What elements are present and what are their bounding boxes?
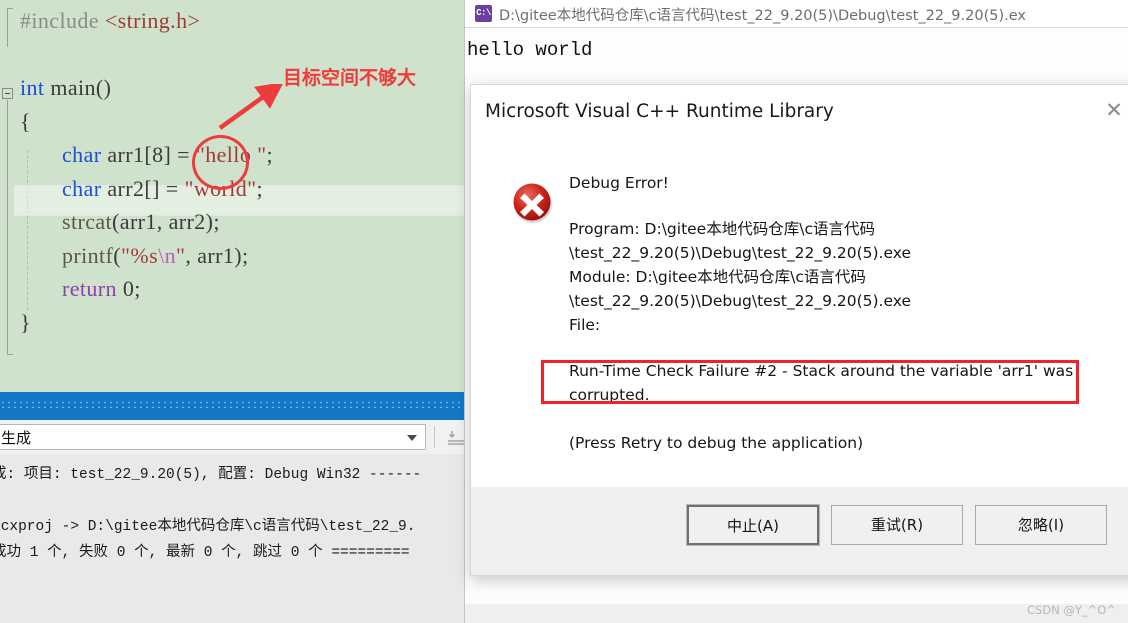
collapse-toggle-main[interactable] bbox=[2, 88, 13, 99]
outline-bar-main bbox=[7, 100, 8, 350]
console-titlebar[interactable]: C:\ D:\gitee本地代码仓库\c语言代码\test_22_9.20(5)… bbox=[465, 0, 1128, 28]
output-text-area[interactable]: 成: 项目: test_22_9.20(5), 配置: Debug Win32 … bbox=[0, 454, 466, 623]
close-icon[interactable]: ✕ bbox=[1099, 97, 1128, 123]
code-line: } bbox=[20, 309, 31, 335]
annotation-label: 目标空间不够大 bbox=[283, 67, 417, 89]
code-line: printf("%s\n", arr1); bbox=[62, 242, 249, 268]
indent-guide bbox=[27, 150, 28, 310]
dialog-press-hint: (Press Retry to debug the application) bbox=[569, 434, 864, 452]
abort-button[interactable]: 中止(A) bbox=[687, 505, 819, 545]
dialog-detail-line: Module: D:\gitee本地代码仓库\c语言代码 bbox=[569, 268, 866, 286]
toolbar-separator bbox=[434, 426, 435, 448]
dialog-detail-line: \test_22_9.20(5)\Debug\test_22_9.20(5).e… bbox=[569, 244, 911, 262]
dialog-message-body: Debug Error! Program: D:\gitee本地代码仓库\c语言… bbox=[569, 171, 1109, 455]
code-line: #include <string.h> bbox=[20, 8, 201, 33]
dialog-error-heading: Debug Error! bbox=[569, 174, 669, 192]
runtime-check-message: Run-Time Check Failure #2 - Stack around… bbox=[569, 362, 1074, 404]
visual-studio-window: #include <string.h> int main(){char arr1[… bbox=[0, 0, 466, 623]
code-line: int main() bbox=[20, 75, 112, 100]
code-line: strcat(arr1, arr2); bbox=[62, 209, 220, 234]
output-panel-titlebar[interactable] bbox=[0, 392, 466, 420]
output-source-value: 生成 bbox=[1, 429, 32, 447]
clear-output-icon[interactable] bbox=[446, 428, 466, 448]
annotation-circle bbox=[192, 135, 249, 190]
ignore-button[interactable]: 忽略(I) bbox=[975, 505, 1107, 545]
dialog-detail-line: File: bbox=[569, 316, 601, 334]
dialog-button-bar: 中止(A) 重试(R) 忽略(I) bbox=[471, 486, 1128, 575]
outline-bracket-main-end bbox=[7, 330, 13, 355]
dialog-error-details: Program: D:\gitee本地代码仓库\c语言代码 \test_22_9.… bbox=[569, 217, 1109, 337]
panel-drag-grip[interactable] bbox=[0, 400, 466, 408]
code-line: return 0; bbox=[62, 276, 141, 301]
dialog-detail-line: Program: D:\gitee本地代码仓库\c语言代码 bbox=[569, 220, 875, 238]
console-app-icon: C:\ bbox=[475, 5, 492, 22]
code-line: { bbox=[20, 108, 31, 134]
code-editor[interactable]: #include <string.h> int main(){char arr1[… bbox=[0, 0, 466, 392]
dialog-detail-line: \test_22_9.20(5)\Debug\test_22_9.20(5).e… bbox=[569, 292, 911, 310]
output-line: 成功 1 个, 失败 0 个, 最新 0 个, 跳过 0 个 ========= bbox=[0, 545, 410, 561]
annotation-arrow-icon bbox=[218, 84, 284, 130]
console-output-text: hello world bbox=[467, 39, 593, 61]
chevron-down-icon[interactable] bbox=[407, 435, 417, 441]
outline-bracket-include bbox=[7, 8, 13, 47]
error-icon bbox=[513, 183, 552, 223]
output-source-dropdown[interactable]: 生成 bbox=[0, 424, 426, 450]
runtime-error-dialog: Microsoft Visual C++ Runtime Library ✕ D… bbox=[470, 84, 1128, 576]
output-line: 成: 项目: test_22_9.20(5), 配置: Debug Win32 … bbox=[0, 467, 422, 483]
dialog-title: Microsoft Visual C++ Runtime Library bbox=[485, 101, 834, 122]
retry-button[interactable]: 重试(R) bbox=[831, 505, 963, 545]
watermark: CSDN @Y_^O^ bbox=[1026, 603, 1116, 617]
output-line: vcxproj -> D:\gitee本地代码仓库\c语言代码\test_22_… bbox=[0, 519, 416, 535]
console-title-text: D:\gitee本地代码仓库\c语言代码\test_22_9.20(5)\Deb… bbox=[499, 8, 1026, 24]
